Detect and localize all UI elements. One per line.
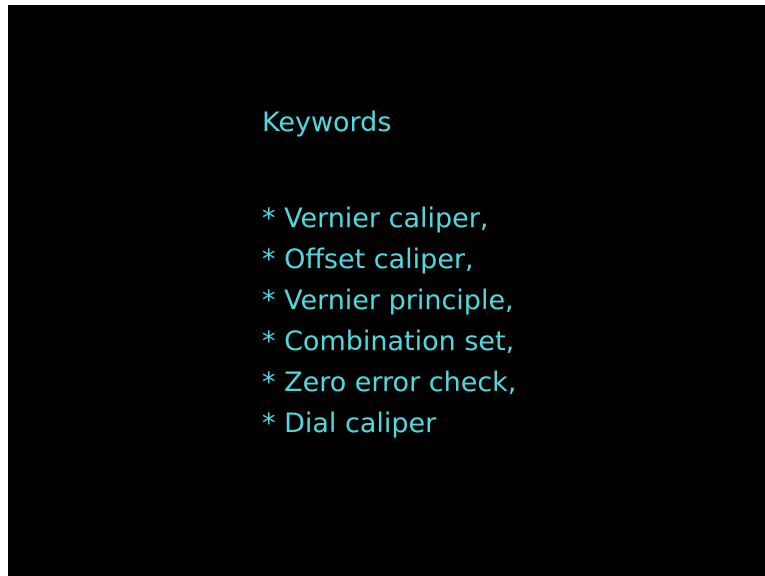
keyword-item: * Vernier principle,: [262, 285, 514, 316]
keyword-item: * Combination set,: [262, 326, 515, 357]
keyword-list: * Vernier caliper, * Offset caliper, * V…: [262, 198, 516, 444]
keyword-item: * Vernier caliper,: [262, 203, 489, 234]
keyword-item: * Offset caliper,: [262, 244, 474, 275]
slide-title: Keywords: [262, 107, 392, 138]
slide: Keywords * Vernier caliper, * Offset cal…: [8, 5, 765, 576]
keyword-item: * Dial caliper: [262, 408, 437, 439]
keyword-item: * Zero error check,: [262, 367, 517, 398]
